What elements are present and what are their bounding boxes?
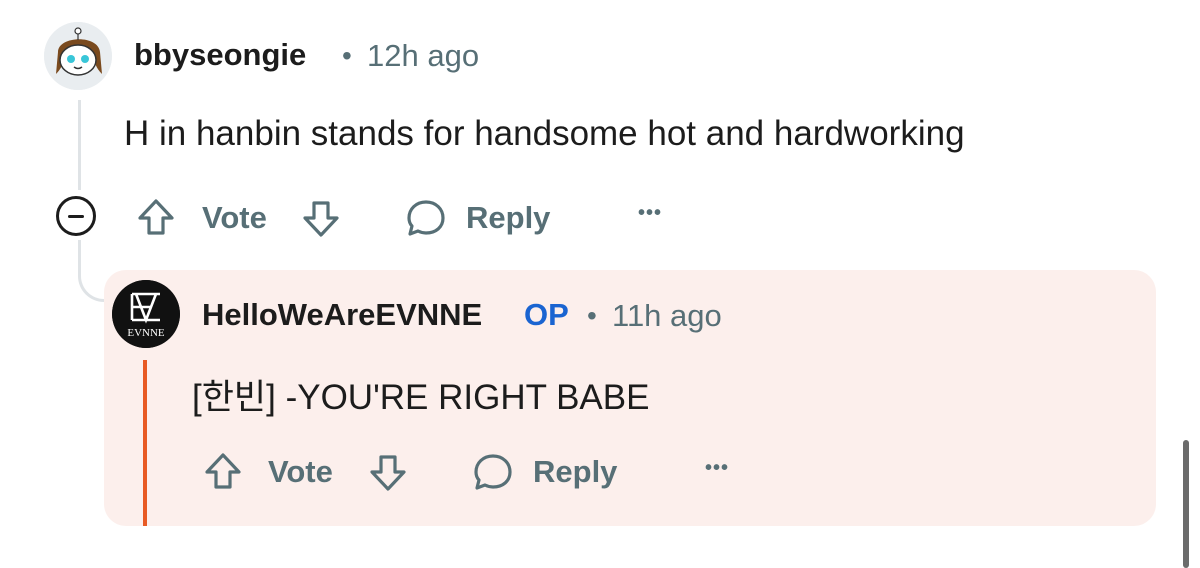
meta-separator: • <box>342 40 352 71</box>
reply-timestamp[interactable]: 11h ago <box>612 298 722 334</box>
evnne-logo-icon: EVNNE <box>112 280 180 348</box>
more-options-button[interactable]: ••• <box>638 202 662 225</box>
meta-separator: • <box>587 300 597 331</box>
comment-username[interactable]: bbyseongie <box>134 37 306 73</box>
upvote-icon[interactable] <box>135 196 177 238</box>
reply-label: Reply <box>466 200 551 235</box>
avatar[interactable] <box>44 22 112 90</box>
upvote-icon[interactable] <box>202 450 244 492</box>
scrollbar-thumb[interactable] <box>1183 440 1189 568</box>
avatar-label: EVNNE <box>127 327 165 339</box>
comment-body: H in hanbin stands for handsome hot and … <box>124 114 965 153</box>
vote-label: Vote <box>268 454 333 489</box>
comment-timestamp[interactable]: 12h ago <box>367 38 479 74</box>
reply-username[interactable]: HelloWeAreEVNNE <box>202 297 482 333</box>
op-avatar[interactable]: EVNNE <box>112 280 180 348</box>
snoo-avatar-icon <box>44 22 112 90</box>
reply-body: [한빈] -YOU'RE RIGHT BABE <box>192 378 650 417</box>
op-highlight-bar <box>143 360 147 526</box>
downvote-icon[interactable] <box>367 452 409 494</box>
speech-bubble-icon <box>407 200 445 236</box>
thread-line <box>78 100 81 190</box>
vote-label: Vote <box>202 200 267 235</box>
reply-button[interactable]: Reply <box>404 194 564 240</box>
op-badge: OP <box>524 297 569 332</box>
reply-button[interactable]: Reply <box>471 448 631 494</box>
reply-label: Reply <box>533 454 618 489</box>
collapse-thread-button[interactable] <box>56 196 96 236</box>
downvote-icon[interactable] <box>300 198 342 240</box>
speech-bubble-icon <box>474 454 512 490</box>
more-options-button[interactable]: ••• <box>705 457 729 480</box>
